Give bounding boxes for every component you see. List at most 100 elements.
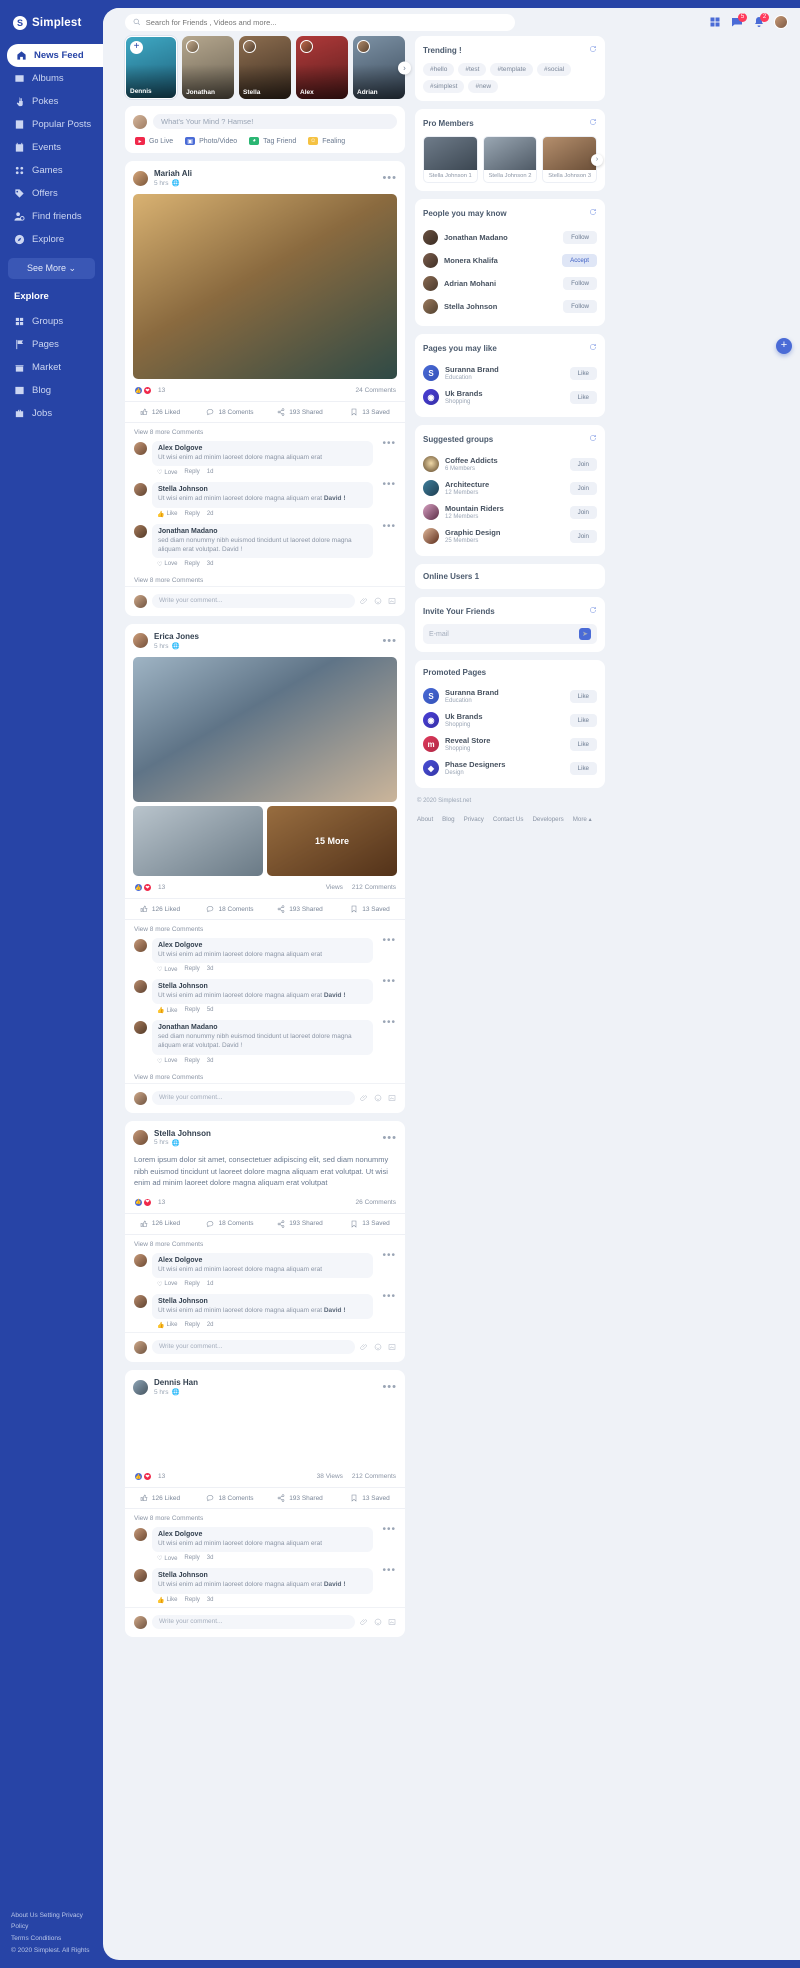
refresh-icon[interactable] <box>589 117 597 129</box>
emoji-icon[interactable] <box>374 1094 382 1102</box>
footer-link-contact-us[interactable]: Contact Us <box>493 816 524 823</box>
comment-reply-button[interactable]: Reply <box>184 1555 199 1562</box>
comment-reply-button[interactable]: Reply <box>185 1007 200 1014</box>
comment-like-button[interactable]: ♡ Love <box>157 966 177 974</box>
pro-member[interactable]: Stella Johnson 2 <box>482 136 538 183</box>
like-button[interactable]: 126 Liked <box>125 402 195 422</box>
footer-link-blog[interactable]: Blog <box>442 816 454 823</box>
emoji-icon[interactable] <box>374 1343 382 1351</box>
join-button[interactable]: Join <box>569 457 597 471</box>
comment-reply-button[interactable]: Reply <box>185 1322 200 1329</box>
refresh-icon[interactable] <box>589 207 597 219</box>
comment-input[interactable]: Write your comment... <box>152 593 355 608</box>
view-more-comments-top[interactable]: View 8 more Comments <box>125 423 405 438</box>
comment-like-button[interactable]: ♡ Love <box>157 1281 177 1288</box>
comment-menu-button[interactable]: ••• <box>378 977 396 1014</box>
post-menu-button[interactable]: ••• <box>382 1382 397 1393</box>
join-button[interactable]: Join <box>569 481 597 495</box>
join-button[interactable]: Join <box>569 505 597 519</box>
comment-like-button[interactable]: 👍 Like <box>157 1322 178 1329</box>
like-button[interactable]: 126 Liked <box>125 1214 195 1234</box>
like-button[interactable]: 126 Liked <box>125 1488 195 1508</box>
post-image[interactable]: 15 More <box>267 806 397 877</box>
more-photos-overlay[interactable]: 15 More <box>267 806 397 877</box>
notifications-icon[interactable]: 2 <box>752 12 769 29</box>
tag-new[interactable]: #new <box>468 80 499 93</box>
image-icon[interactable] <box>388 1343 396 1351</box>
comment-menu-button[interactable]: ••• <box>378 1525 396 1562</box>
image-icon[interactable] <box>388 1094 396 1102</box>
refresh-icon[interactable] <box>589 342 597 354</box>
footer-link-about-us[interactable]: About Us <box>11 1912 38 1919</box>
like-button[interactable]: Like <box>569 713 597 727</box>
tag-template[interactable]: #template <box>490 63 533 76</box>
story-item[interactable]: Jonathan <box>182 36 235 99</box>
sidebar-item-albums[interactable]: Albums <box>0 67 103 90</box>
tag-social[interactable]: #social <box>537 63 572 76</box>
sidebar-item-games[interactable]: Games <box>0 159 103 182</box>
photo-video-button[interactable]: ▣ Photo/Video <box>185 137 237 145</box>
save-button[interactable]: 13 Saved <box>335 1214 405 1234</box>
image-icon[interactable] <box>388 597 396 605</box>
footer-link-privacy[interactable]: Privacy <box>464 816 484 823</box>
comment-like-button[interactable]: ♡ Love <box>157 561 177 568</box>
comment-menu-button[interactable]: ••• <box>378 1566 396 1603</box>
pro-member[interactable]: Stella Johnson 3 <box>542 136 598 183</box>
tag-simplest[interactable]: #simplest <box>423 80 465 93</box>
comment-reply-button[interactable]: Reply <box>184 966 199 973</box>
accept-button[interactable]: Accept <box>562 254 597 267</box>
tag-friend-button[interactable]: ◕ Tag Friend <box>249 137 296 145</box>
see-more-button[interactable]: See More ⌄ <box>8 258 95 279</box>
follow-button[interactable]: Follow <box>563 277 597 290</box>
share-button[interactable]: 193 Shared <box>265 1214 335 1234</box>
comment-menu-button[interactable]: ••• <box>378 1250 396 1288</box>
stories-next-button[interactable]: › <box>398 61 411 74</box>
post-image[interactable] <box>133 806 263 877</box>
post-image[interactable] <box>133 657 397 803</box>
comment-like-button[interactable]: 👍 Like <box>157 1597 178 1604</box>
comment-reply-button[interactable]: Reply <box>184 1058 199 1065</box>
story-item[interactable]: + Dennis <box>125 36 178 99</box>
view-more-comments-bottom[interactable]: View 8 more Comments <box>125 571 405 586</box>
comment-menu-button[interactable]: ••• <box>378 480 396 517</box>
invite-input-wrapper[interactable]: E-mail ➤ <box>423 624 597 644</box>
save-button[interactable]: 13 Saved <box>335 899 405 919</box>
comment-reply-button[interactable]: Reply <box>185 1597 200 1604</box>
share-button[interactable]: 193 Shared <box>265 899 335 919</box>
share-button[interactable]: 193 Shared <box>265 1488 335 1508</box>
footer-link-more[interactable]: More ▴ <box>573 816 592 823</box>
post-menu-button[interactable]: ••• <box>382 1132 397 1143</box>
create-post-fab[interactable]: + <box>776 338 792 354</box>
comment-reply-button[interactable]: Reply <box>184 1281 199 1288</box>
attachment-icon[interactable] <box>360 1094 368 1102</box>
post-menu-button[interactable]: ••• <box>382 173 397 184</box>
comment-like-button[interactable]: 👍 Like <box>157 1007 178 1015</box>
like-button[interactable]: Like <box>569 761 597 775</box>
post-menu-button[interactable]: ••• <box>382 635 397 646</box>
image-icon[interactable] <box>388 1618 396 1626</box>
attachment-icon[interactable] <box>360 1343 368 1351</box>
like-button[interactable]: Like <box>569 737 597 751</box>
refresh-icon[interactable] <box>589 433 597 445</box>
refresh-icon[interactable] <box>589 605 597 617</box>
like-button[interactable]: Like <box>569 689 597 703</box>
comment-input[interactable]: Write your comment... <box>152 1614 355 1629</box>
pro-member[interactable]: Stella Johnson 1 <box>423 136 478 183</box>
comment-like-button[interactable]: ♡ Love <box>157 469 177 477</box>
follow-button[interactable]: Follow <box>563 231 597 244</box>
sidebar-item-offers[interactable]: Offers <box>0 182 103 205</box>
footer-link-conditions[interactable]: Conditions <box>31 1935 62 1942</box>
attachment-icon[interactable] <box>360 1618 368 1626</box>
comment-reply-button[interactable]: Reply <box>185 511 200 518</box>
sidebar-item-news-feed[interactable]: News Feed <box>7 44 103 67</box>
send-invite-button[interactable]: ➤ <box>579 628 591 640</box>
search-input[interactable] <box>145 17 507 27</box>
sidebar-item-groups[interactable]: Groups <box>0 310 103 333</box>
tag-test[interactable]: #test <box>458 63 487 76</box>
post-image[interactable] <box>133 1403 397 1466</box>
comment-menu-button[interactable]: ••• <box>378 439 396 476</box>
comment-button[interactable]: 18 Coments <box>195 1214 265 1234</box>
comment-input[interactable]: Write your comment... <box>152 1339 355 1354</box>
sidebar-item-explore[interactable]: Explore <box>0 228 103 251</box>
like-button[interactable]: Like <box>569 366 597 380</box>
